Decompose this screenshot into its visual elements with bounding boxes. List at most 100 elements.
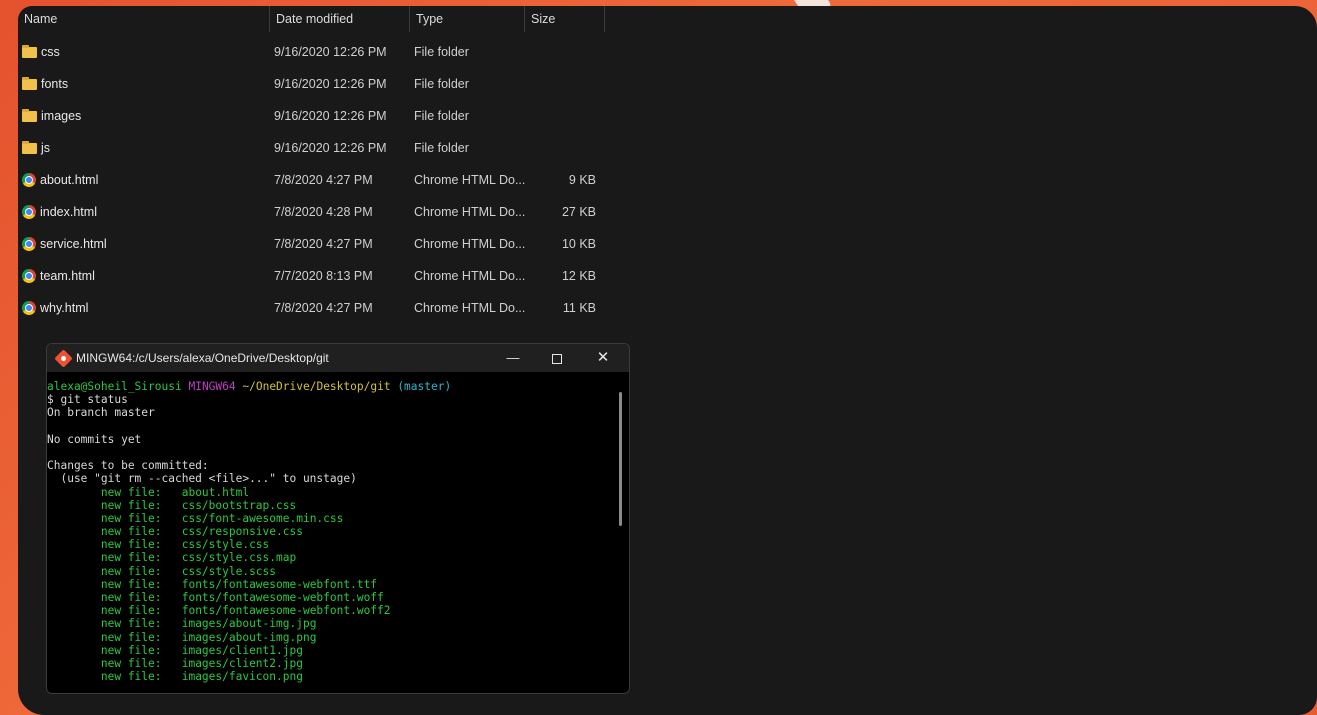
folder-icon bbox=[22, 108, 37, 122]
column-header-row: ^ Name Date modified Type Size bbox=[18, 6, 638, 36]
git-icon bbox=[54, 348, 73, 368]
terminal-output[interactable]: alexa@Soheil_Sirousi MINGW64 ~/OneDrive/… bbox=[47, 380, 613, 683]
new-file-label: new file: bbox=[47, 656, 182, 670]
file-name-cell: index.html bbox=[22, 196, 97, 228]
file-date: 9/16/2020 12:26 PM bbox=[274, 45, 387, 59]
file-row[interactable]: fonts 9/16/2020 12:26 PM File folder bbox=[18, 68, 638, 100]
staged-file-path: images/client2.jpg bbox=[181, 656, 303, 670]
file-date: 9/16/2020 12:26 PM bbox=[274, 77, 387, 91]
staged-file-line: new file: css/bootstrap.css bbox=[47, 499, 613, 512]
staged-file-line: new file: images/client2.jpg bbox=[47, 657, 613, 670]
file-size: 27 KB bbox=[561, 205, 596, 219]
file-date: 7/7/2020 8:13 PM bbox=[274, 269, 373, 283]
terminal-prompt-line: alexa@Soheil_Sirousi MINGW64 ~/OneDrive/… bbox=[47, 380, 613, 393]
chrome-icon bbox=[22, 237, 36, 251]
close-button[interactable]: ✕ bbox=[581, 344, 625, 372]
file-name: why.html bbox=[40, 301, 89, 315]
staged-file-path: images/client1.jpg bbox=[181, 643, 303, 657]
staged-file-path: images/favicon.png bbox=[181, 670, 303, 684]
prompt-path: ~/OneDrive/Desktop/git bbox=[242, 380, 391, 393]
terminal-command: $ git status bbox=[47, 393, 128, 407]
column-header-size[interactable]: Size bbox=[525, 6, 605, 32]
staged-file-path: about.html bbox=[181, 485, 250, 499]
file-type: File folder bbox=[414, 77, 469, 91]
new-file-label: new file: bbox=[47, 670, 182, 684]
file-name-cell: css bbox=[22, 36, 60, 68]
column-header-name[interactable]: Name bbox=[18, 6, 270, 32]
staged-file-path: images/about-img.png bbox=[181, 630, 317, 644]
file-date: 9/16/2020 12:26 PM bbox=[274, 141, 387, 155]
new-file-label: new file: bbox=[47, 577, 182, 591]
staged-file-path: css/style.css.map bbox=[181, 551, 297, 565]
file-name: about.html bbox=[40, 173, 99, 187]
file-name-cell: team.html bbox=[22, 260, 95, 292]
file-size: 12 KB bbox=[561, 269, 596, 283]
file-row[interactable]: team.html 7/7/2020 8:13 PM Chrome HTML D… bbox=[18, 260, 638, 292]
staged-file-path: css/responsive.css bbox=[181, 525, 303, 539]
terminal-output-line: Changes to be committed: bbox=[47, 459, 209, 473]
maximize-button[interactable] bbox=[535, 344, 579, 372]
file-name: fonts bbox=[41, 77, 69, 91]
new-file-label: new file: bbox=[47, 551, 182, 565]
chrome-icon bbox=[22, 269, 36, 283]
staged-file-line: new file: images/about-img.jpg bbox=[47, 617, 613, 630]
file-name-cell: images bbox=[22, 100, 81, 132]
file-date: 7/8/2020 4:27 PM bbox=[274, 301, 373, 315]
file-name-cell: js bbox=[22, 132, 50, 164]
file-name-cell: service.html bbox=[22, 228, 107, 260]
file-date: 7/8/2020 4:27 PM bbox=[274, 237, 373, 251]
file-row[interactable]: why.html 7/8/2020 4:27 PM Chrome HTML Do… bbox=[18, 292, 638, 324]
terminal-title-bar[interactable]: MINGW64:/c/Users/alexa/OneDrive/Desktop/… bbox=[47, 344, 629, 372]
file-row[interactable]: about.html 7/8/2020 4:27 PM Chrome HTML … bbox=[18, 164, 638, 196]
new-file-label: new file: bbox=[47, 564, 182, 578]
file-explorer-window: ^ Name Date modified Type Size css 9/16/… bbox=[18, 6, 1317, 715]
staged-file-line: new file: images/client1.jpg bbox=[47, 644, 613, 657]
column-header-date-modified[interactable]: Date modified bbox=[270, 6, 410, 32]
file-row[interactable]: js 9/16/2020 12:26 PM File folder bbox=[18, 132, 638, 164]
staged-file-line: new file: fonts/fontawesome-webfont.woff… bbox=[47, 604, 613, 617]
column-header-type[interactable]: Type bbox=[410, 6, 525, 32]
staged-files-list: new file: about.html new file: css/boots… bbox=[47, 486, 613, 684]
file-name-cell: fonts bbox=[22, 68, 68, 100]
terminal-output-line: (use "git rm --cached <file>..." to unst… bbox=[47, 472, 357, 486]
terminal-scrollbar[interactable] bbox=[615, 378, 625, 690]
git-bash-terminal-window[interactable]: MINGW64:/c/Users/alexa/OneDrive/Desktop/… bbox=[46, 343, 630, 694]
file-row[interactable]: service.html 7/8/2020 4:27 PM Chrome HTM… bbox=[18, 228, 638, 260]
staged-file-path: css/bootstrap.css bbox=[181, 498, 297, 512]
staged-file-path: css/style.css bbox=[181, 538, 270, 552]
staged-file-path: fonts/fontawesome-webfont.woff2 bbox=[181, 604, 391, 618]
file-type: Chrome HTML Do... bbox=[414, 237, 526, 251]
staged-file-path: css/style.scss bbox=[181, 564, 277, 578]
file-row[interactable]: css 9/16/2020 12:26 PM File folder bbox=[18, 36, 638, 68]
file-row[interactable]: index.html 7/8/2020 4:28 PM Chrome HTML … bbox=[18, 196, 638, 228]
staged-file-line: new file: css/responsive.css bbox=[47, 525, 613, 538]
staged-file-line: new file: about.html bbox=[47, 486, 613, 499]
prompt-user: alexa@Soheil_Sirousi bbox=[47, 380, 182, 393]
new-file-label: new file: bbox=[47, 591, 182, 604]
scrollbar-thumb[interactable] bbox=[619, 392, 622, 526]
file-type: Chrome HTML Do... bbox=[414, 301, 526, 315]
staged-file-line: new file: css/font-awesome.min.css bbox=[47, 512, 613, 525]
file-type: Chrome HTML Do... bbox=[414, 269, 526, 283]
file-size: 10 KB bbox=[561, 237, 596, 251]
staged-file-path: fonts/fontawesome-webfont.woff bbox=[181, 591, 384, 604]
chrome-icon bbox=[22, 301, 36, 315]
file-name-cell: about.html bbox=[22, 164, 98, 196]
prompt-host: MINGW64 bbox=[188, 380, 236, 393]
file-list: css 9/16/2020 12:26 PM File folder fonts… bbox=[18, 36, 638, 324]
file-name: css bbox=[41, 45, 60, 59]
new-file-label: new file: bbox=[47, 511, 182, 525]
file-name-cell: why.html bbox=[22, 292, 88, 324]
file-size: 11 KB bbox=[562, 301, 596, 315]
file-type: File folder bbox=[414, 109, 469, 123]
staged-file-line: new file: images/favicon.png bbox=[47, 670, 613, 683]
new-file-label: new file: bbox=[47, 604, 182, 618]
staged-file-path: images/about-img.jpg bbox=[181, 617, 317, 631]
file-date: 7/8/2020 4:27 PM bbox=[274, 173, 373, 187]
minimize-button[interactable]: — bbox=[491, 344, 535, 372]
file-type: Chrome HTML Do... bbox=[414, 173, 526, 187]
file-row[interactable]: images 9/16/2020 12:26 PM File folder bbox=[18, 100, 638, 132]
staged-file-line: new file: images/about-img.png bbox=[47, 631, 613, 644]
staged-file-line: new file: css/style.scss bbox=[47, 565, 613, 578]
